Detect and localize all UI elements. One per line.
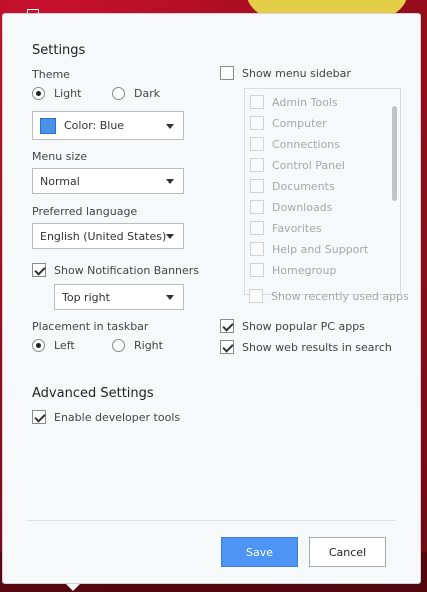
theme-light-label: Light — [54, 87, 82, 100]
developer-tools-option[interactable]: Enable developer tools — [32, 410, 212, 426]
menu-sidebar-label: Show menu sidebar — [242, 67, 351, 80]
list-item-checkbox[interactable] — [250, 95, 264, 109]
color-select[interactable]: Color: Blue — [32, 111, 184, 140]
recent-apps-option[interactable]: Show recently used apps — [249, 289, 409, 305]
list-item-label: Connections — [272, 137, 340, 151]
sidebar-items-list[interactable]: Admin Tools Computer Connections Control… — [244, 88, 401, 295]
list-item-checkbox[interactable] — [250, 137, 264, 151]
developer-tools-label: Enable developer tools — [54, 411, 181, 424]
list-item-label: Admin Tools — [272, 95, 338, 109]
theme-light-option[interactable]: Light — [32, 86, 122, 102]
language-select[interactable]: English (United States) — [32, 223, 184, 249]
list-item[interactable]: Control Panel — [250, 157, 345, 173]
recent-apps-checkbox[interactable] — [249, 289, 263, 303]
list-item-checkbox[interactable] — [250, 221, 264, 235]
taskbar-left-label: Left — [54, 339, 75, 352]
list-item-label: Homegroup — [272, 263, 337, 277]
language-label: Preferred language — [32, 205, 138, 218]
list-item[interactable]: Favorites — [250, 220, 322, 236]
web-results-label: Show web results in search — [242, 341, 392, 354]
notification-banners-label: Show Notification Banners — [54, 264, 200, 277]
taskbar-placement-label: Placement in taskbar — [32, 320, 149, 333]
list-item-label: Computer — [272, 116, 327, 130]
list-item-checkbox[interactable] — [250, 263, 264, 277]
list-item-checkbox[interactable] — [250, 179, 264, 193]
menu-size-value: Normal — [40, 174, 80, 188]
theme-dark-option[interactable]: Dark — [112, 86, 202, 102]
chevron-down-icon — [166, 295, 174, 300]
list-item[interactable]: Downloads — [250, 199, 332, 215]
list-item-checkbox[interactable] — [250, 242, 264, 256]
notification-banners-checkbox[interactable] — [32, 263, 46, 277]
list-scrollbar[interactable] — [392, 106, 397, 201]
web-results-checkbox[interactable] — [220, 340, 234, 354]
taskbar-right-option[interactable]: Right — [112, 338, 202, 354]
web-results-option[interactable]: Show web results in search — [220, 340, 400, 356]
popular-apps-checkbox[interactable] — [220, 319, 234, 333]
theme-dark-radio[interactable] — [112, 87, 125, 100]
settings-dialog: Settings Theme Light Dark Color: Blue Me… — [2, 13, 421, 584]
popular-apps-label: Show popular PC apps — [242, 320, 365, 333]
popular-apps-option[interactable]: Show popular PC apps — [220, 319, 400, 335]
dialog-pointer — [66, 584, 80, 591]
taskbar-left-option[interactable]: Left — [32, 338, 122, 354]
list-item[interactable]: Help and Support — [250, 241, 368, 257]
list-item-checkbox[interactable] — [250, 116, 264, 130]
cancel-button[interactable]: Cancel — [309, 537, 386, 567]
list-item[interactable]: Computer — [250, 115, 327, 131]
recent-apps-label: Show recently used apps — [271, 290, 409, 303]
theme-light-radio[interactable] — [32, 87, 45, 100]
theme-label: Theme — [32, 68, 70, 81]
menu-size-label: Menu size — [32, 150, 88, 163]
taskbar-right-label: Right — [134, 339, 163, 352]
developer-tools-checkbox[interactable] — [32, 410, 46, 424]
chevron-down-icon — [166, 234, 174, 239]
list-item[interactable]: Connections — [250, 136, 340, 152]
settings-heading: Settings — [32, 43, 86, 58]
language-value: English (United States) — [40, 229, 167, 243]
taskbar-right-radio[interactable] — [112, 339, 125, 352]
list-item-label: Downloads — [272, 200, 333, 214]
notification-banners-option[interactable]: Show Notification Banners — [32, 263, 202, 279]
save-button[interactable]: Save — [221, 537, 298, 567]
notification-position-value: Top right — [62, 290, 110, 304]
chevron-down-icon — [166, 179, 174, 184]
taskbar-left-radio[interactable] — [32, 339, 45, 352]
theme-dark-label: Dark — [134, 87, 161, 100]
list-item-checkbox[interactable] — [250, 158, 264, 172]
list-item[interactable]: Documents — [250, 178, 335, 194]
notification-position-select[interactable]: Top right — [54, 284, 184, 310]
color-swatch — [40, 117, 56, 134]
list-item-label: Control Panel — [272, 158, 345, 172]
chevron-down-icon — [166, 124, 174, 129]
color-select-value: Color: Blue — [64, 119, 125, 132]
footer-divider — [27, 520, 396, 521]
list-item-label: Favorites — [272, 221, 322, 235]
menu-size-select[interactable]: Normal — [32, 168, 184, 194]
list-item[interactable]: Admin Tools — [250, 94, 338, 110]
menu-sidebar-checkbox[interactable] — [220, 66, 234, 80]
list-item-checkbox[interactable] — [250, 200, 264, 214]
advanced-settings-heading: Advanced Settings — [32, 386, 154, 401]
list-item-label: Help and Support — [272, 242, 369, 256]
list-item[interactable]: Homegroup — [250, 262, 336, 278]
list-item-label: Documents — [272, 179, 335, 193]
menu-sidebar-option[interactable]: Show menu sidebar — [220, 66, 400, 82]
